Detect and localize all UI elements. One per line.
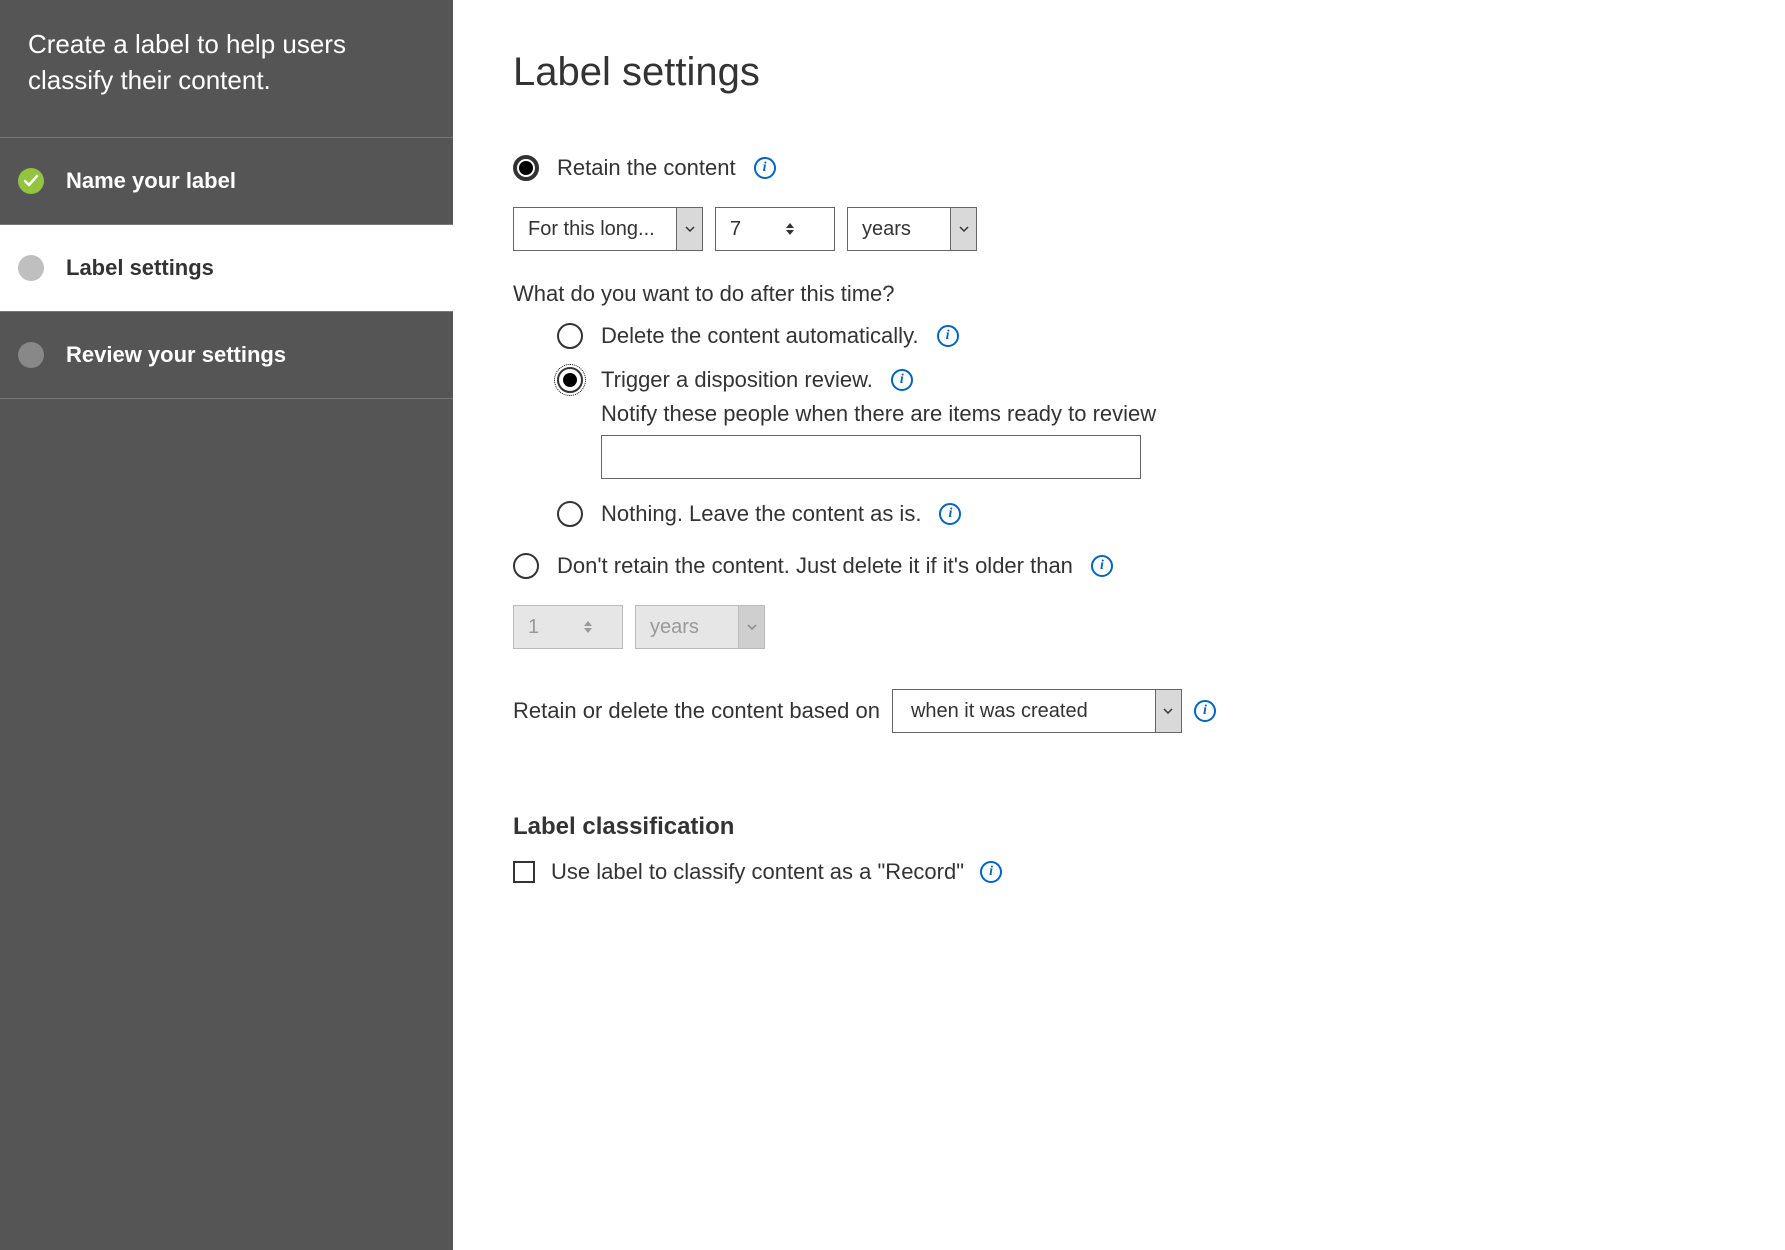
info-icon[interactable]: i xyxy=(939,503,961,525)
after-delete-auto-label: Delete the content automatically. xyxy=(601,323,919,349)
step-dot-icon xyxy=(18,255,44,281)
step-label-settings[interactable]: Label settings xyxy=(0,225,453,312)
step-name-your-label[interactable]: Name your label xyxy=(0,138,453,225)
after-retention-question: What do you want to do after this time? xyxy=(513,281,1745,307)
notify-people-label: Notify these people when there are items… xyxy=(601,401,1745,427)
stepper-down-icon xyxy=(584,628,592,633)
record-classification-label: Use label to classify content as a "Reco… xyxy=(551,859,964,885)
after-disposition-label: Trigger a disposition review. xyxy=(601,367,873,393)
stepper-up-icon xyxy=(584,621,592,626)
radio-icon xyxy=(557,367,583,393)
info-icon[interactable]: i xyxy=(754,157,776,179)
retain-content-label: Retain the content xyxy=(557,155,736,181)
chevron-down-icon xyxy=(950,208,976,250)
retention-unit-select[interactable]: years xyxy=(847,207,977,251)
delete-after-value: 1 xyxy=(528,616,574,639)
based-on-value: when it was created xyxy=(893,700,1106,723)
chevron-down-icon xyxy=(738,606,764,648)
after-delete-auto-option[interactable]: Delete the content automatically. i xyxy=(557,323,1745,349)
step-label: Review your settings xyxy=(66,342,286,368)
delete-after-value-input: 1 xyxy=(513,605,623,649)
wizard-sidebar: Create a label to help users classify th… xyxy=(0,0,453,1250)
info-icon[interactable]: i xyxy=(980,861,1002,883)
after-disposition-option[interactable]: Trigger a disposition review. i xyxy=(557,367,1745,393)
after-nothing-option[interactable]: Nothing. Leave the content as is. i xyxy=(557,501,1745,527)
sidebar-description: Create a label to help users classify th… xyxy=(0,0,453,138)
info-icon[interactable]: i xyxy=(891,369,913,391)
info-icon[interactable]: i xyxy=(937,325,959,347)
step-label: Name your label xyxy=(66,168,236,194)
step-review-settings[interactable]: Review your settings xyxy=(0,312,453,399)
notify-people-input[interactable] xyxy=(601,435,1141,479)
stepper-up-icon[interactable] xyxy=(786,223,794,228)
main-panel: Label settings Retain the content i For … xyxy=(453,0,1785,1250)
info-icon[interactable]: i xyxy=(1194,700,1216,722)
checkbox-icon xyxy=(513,861,535,883)
check-icon xyxy=(18,168,44,194)
label-classification-heading: Label classification xyxy=(513,813,1745,841)
after-nothing-label: Nothing. Leave the content as is. xyxy=(601,501,921,527)
retention-value: 7 xyxy=(730,218,776,241)
page-title: Label settings xyxy=(513,50,1745,95)
radio-icon xyxy=(557,501,583,527)
dont-retain-label: Don't retain the content. Just delete it… xyxy=(557,553,1073,579)
chevron-down-icon xyxy=(1155,690,1181,732)
based-on-select[interactable]: when it was created xyxy=(892,689,1182,733)
stepper-down-icon[interactable] xyxy=(786,230,794,235)
step-label: Label settings xyxy=(66,255,214,281)
radio-icon xyxy=(557,323,583,349)
radio-icon xyxy=(513,155,539,181)
info-icon[interactable]: i xyxy=(1091,555,1113,577)
radio-icon xyxy=(513,553,539,579)
based-on-label: Retain or delete the content based on xyxy=(513,698,880,724)
delete-after-unit-select: years xyxy=(635,605,765,649)
retention-value-input[interactable]: 7 xyxy=(715,207,835,251)
step-dot-icon xyxy=(18,342,44,368)
retention-unit-value: years xyxy=(848,218,925,241)
retention-mode-select[interactable]: For this long... xyxy=(513,207,703,251)
chevron-down-icon xyxy=(676,208,702,250)
retention-mode-value: For this long... xyxy=(514,218,669,241)
dont-retain-option[interactable]: Don't retain the content. Just delete it… xyxy=(513,553,1745,579)
retain-content-option[interactable]: Retain the content i xyxy=(513,155,1745,181)
delete-after-unit-value: years xyxy=(636,616,713,639)
record-classification-option[interactable]: Use label to classify content as a "Reco… xyxy=(513,859,1745,885)
